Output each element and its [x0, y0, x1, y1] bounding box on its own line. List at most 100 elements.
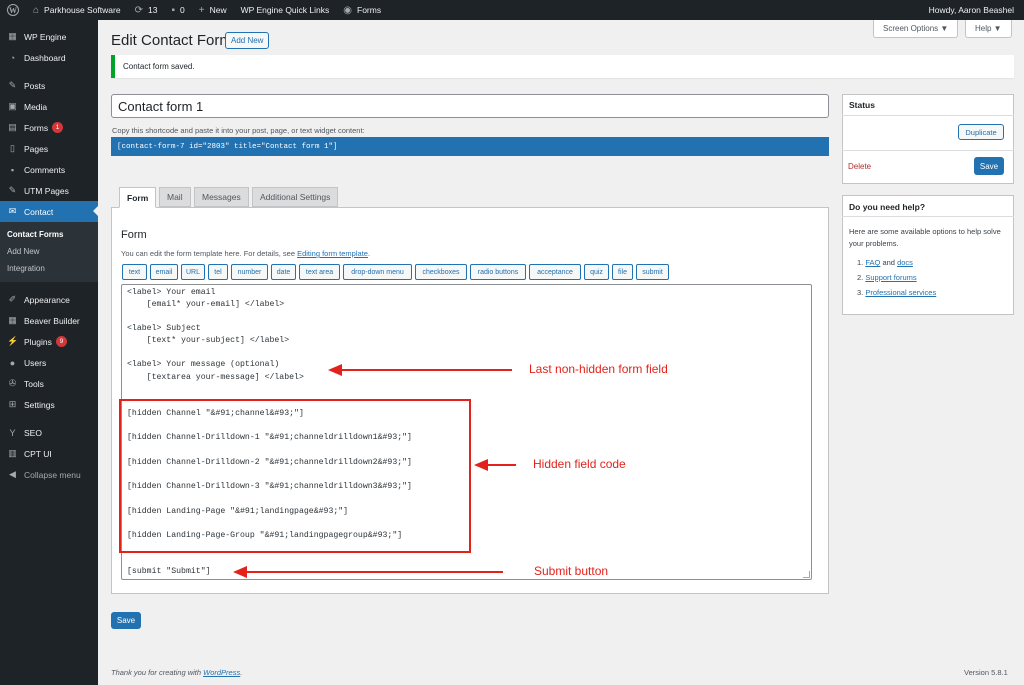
sidebar-item-appearance[interactable]: ✐ Appearance: [0, 289, 98, 310]
forms-menu[interactable]: ◉ Forms: [336, 0, 388, 20]
shortcode-field[interactable]: [contact-form-7 id="2803" title="Contact…: [111, 137, 829, 156]
tag-button-url[interactable]: URL: [181, 264, 205, 280]
sidebar-item-users[interactable]: ● Users: [0, 352, 98, 373]
resize-handle-icon[interactable]: [803, 571, 810, 578]
status-divider: [842, 150, 1014, 151]
sidebar-item-utm-pages[interactable]: ✎ UTM Pages: [0, 180, 98, 201]
mail-icon: ✉: [8, 206, 17, 216]
submenu-add-new[interactable]: Add New: [0, 243, 98, 260]
saved-notice: Contact form saved.: [111, 55, 1014, 78]
editing-template-link[interactable]: Editing form template: [297, 249, 368, 258]
save-button-side[interactable]: Save: [974, 157, 1004, 175]
code-line: <label> Subject: [127, 324, 201, 333]
tag-button-acceptance[interactable]: acceptance: [529, 264, 581, 280]
tag-button-checkboxes[interactable]: checkboxes: [415, 264, 467, 280]
delete-link[interactable]: Delete: [848, 162, 871, 171]
wp-logo-menu[interactable]: W: [0, 0, 26, 20]
save-button[interactable]: Save: [111, 612, 141, 629]
code-line: <label> Your email: [127, 288, 216, 297]
help-item-number: 3.: [857, 288, 864, 297]
tag-button-tel[interactable]: tel: [208, 264, 228, 280]
footer-credit: Thank you for creating with WordPress.: [111, 668, 242, 677]
tag-button-file[interactable]: file: [612, 264, 633, 280]
arrow-shaft: [245, 571, 503, 573]
tab-messages[interactable]: Messages: [194, 187, 249, 207]
cpt-icon: ▥: [8, 448, 17, 458]
account-menu[interactable]: Howdy, Aaron Beashel: [922, 0, 1024, 20]
code-line: <label> Your message (optional): [127, 360, 280, 369]
seo-icon: Y: [9, 427, 16, 438]
sidebar-item-label: Posts: [24, 80, 46, 91]
sidebar-item-label: Tools: [24, 378, 44, 389]
sidebar-item-label: SEO: [24, 427, 42, 438]
plus-icon: +: [198, 4, 205, 16]
form-panel-heading: Form: [121, 229, 147, 241]
sidebar-item-label: Comments: [24, 164, 66, 175]
support-forums-link[interactable]: Support forums: [865, 273, 916, 282]
collapse-menu-button[interactable]: ◀ Collapse menu: [0, 464, 98, 485]
tab-additional-settings[interactable]: Additional Settings: [252, 187, 339, 207]
forms-icon: ◉: [343, 4, 352, 16]
quick-links-menu[interactable]: WP Engine Quick Links: [234, 0, 337, 20]
add-new-button[interactable]: Add New: [225, 32, 270, 49]
sidebar-item-pages[interactable]: ▯ Pages: [0, 138, 98, 159]
help-divider: [842, 216, 1014, 217]
form-title-input[interactable]: Contact form 1: [111, 94, 829, 118]
admin-bar: W ⌂ Parkhouse Software ⟳ 13 ▪ 0 + New WP…: [0, 0, 1024, 20]
sidebar-item-dashboard[interactable]: ◔ Dashboard: [0, 47, 98, 68]
submenu-contact-forms[interactable]: Contact Forms: [0, 226, 98, 243]
submenu-integration[interactable]: Integration: [0, 260, 98, 277]
sidebar-item-seo[interactable]: Y SEO: [0, 422, 98, 443]
sidebar-item-settings[interactable]: ⊞ Settings: [0, 394, 98, 415]
tag-button-number[interactable]: number: [231, 264, 268, 280]
docs-link[interactable]: docs: [897, 258, 913, 267]
sidebar-item-cpt-ui[interactable]: ▥ CPT UI: [0, 443, 98, 464]
tag-button-text[interactable]: text: [122, 264, 147, 280]
submit-code-line: [submit "Submit"]: [127, 567, 211, 576]
sidebar-item-contact[interactable]: ✉ Contact: [0, 201, 98, 222]
annotation-hidden-code: Hidden field code: [533, 457, 626, 471]
sidebar-item-media[interactable]: ▣ Media: [0, 96, 98, 117]
tag-button-email[interactable]: email: [150, 264, 178, 280]
sidebar-item-beaver-builder[interactable]: ▦ Beaver Builder: [0, 310, 98, 331]
tag-button-submit[interactable]: submit: [636, 264, 669, 280]
tag-button-textarea[interactable]: text area: [299, 264, 340, 280]
sidebar-item-label: Pages: [24, 143, 49, 154]
pin-icon: ✎: [8, 185, 17, 195]
sidebar-item-label: Beaver Builder: [24, 315, 80, 326]
annotation-submit-button: Submit button: [534, 564, 609, 578]
site-name: Parkhouse Software: [44, 5, 121, 15]
tag-button-quiz[interactable]: quiz: [584, 264, 609, 280]
help-text: Here are some available options to help …: [849, 227, 1001, 248]
tab-form[interactable]: Form: [119, 187, 157, 208]
screen-options-button[interactable]: Screen Options ▼: [873, 20, 959, 38]
duplicate-button[interactable]: Duplicate: [958, 124, 1004, 140]
help-button[interactable]: Help ▼: [965, 20, 1012, 38]
new-content-menu[interactable]: + New: [192, 0, 234, 20]
tab-mail[interactable]: Mail: [159, 187, 191, 207]
sidebar-item-plugins[interactable]: ⚡ Plugins 9: [0, 331, 98, 352]
tag-button-radio[interactable]: radio buttons: [470, 264, 526, 280]
help-item-professional: 3. Professional services: [857, 288, 936, 297]
updates-menu[interactable]: ⟳ 13: [128, 0, 165, 20]
sidebar-item-comments[interactable]: ▪ Comments: [0, 159, 98, 180]
help-item-number: 1.: [857, 258, 864, 267]
forms-icon: ▤: [8, 122, 17, 132]
site-name-menu[interactable]: ⌂ Parkhouse Software: [26, 0, 128, 20]
comment-bubble-icon: ▪: [171, 4, 175, 16]
professional-services-link[interactable]: Professional services: [865, 288, 936, 297]
sidebar-item-posts[interactable]: ✎ Posts: [0, 75, 98, 96]
tag-button-date[interactable]: date: [271, 264, 296, 280]
annotation-last-field: Last non-hidden form field: [529, 362, 668, 376]
sidebar-item-wp-engine[interactable]: ▦ WP Engine: [0, 26, 98, 47]
comments-menu[interactable]: ▪ 0: [164, 0, 191, 20]
tag-button-dropdown[interactable]: drop-down menu: [343, 264, 412, 280]
sidebar-item-forms[interactable]: ▤ Forms 1: [0, 117, 98, 138]
help-item-number: 2.: [857, 273, 864, 282]
wordpress-link[interactable]: WordPress: [203, 668, 240, 677]
faq-link[interactable]: FAQ: [865, 258, 880, 267]
footer-text: Thank you for creating with: [111, 668, 204, 677]
sidebar-item-tools[interactable]: ✇ Tools: [0, 373, 98, 394]
status-divider: [842, 115, 1014, 116]
sidebar-item-label: Media: [24, 101, 48, 112]
